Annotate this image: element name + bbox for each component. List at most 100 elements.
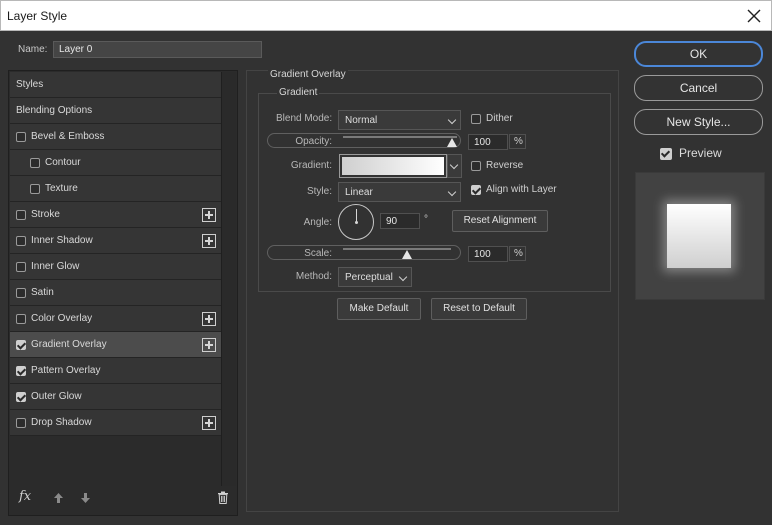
style-item-outer-glow[interactable]: Outer Glow [10, 384, 221, 410]
styles-list: Styles Blending Options Bevel & Emboss Cont… [10, 72, 221, 436]
style-item-label: Blending Options [16, 105, 93, 116]
angle-input[interactable]: 90 [380, 213, 420, 229]
section-title: Gradient Overlay [268, 69, 348, 80]
style-item-label: Texture [45, 183, 78, 194]
preview-checkbox[interactable] [660, 148, 672, 160]
angle-center [355, 221, 358, 224]
reverse-label: Reverse [486, 160, 524, 171]
style-checkbox[interactable] [16, 366, 26, 376]
style-item-texture[interactable]: Texture [10, 176, 221, 202]
style-item-label: Bevel & Emboss [31, 131, 105, 142]
scale-input[interactable]: 100 [468, 246, 508, 262]
new-style-button[interactable]: New Style... [634, 109, 763, 135]
layer-name-input[interactable] [53, 41, 262, 58]
add-effect-icon[interactable] [202, 234, 216, 248]
style-item-label: Inner Glow [31, 261, 80, 272]
style-item-contour[interactable]: Contour [10, 150, 221, 176]
style-checkbox[interactable] [30, 158, 40, 168]
dither-label: Dither [486, 113, 513, 124]
gradient-label: Gradient: [290, 160, 332, 171]
style-item-color-overlay[interactable]: Color Overlay [10, 306, 221, 332]
scale-slider-track[interactable] [343, 248, 451, 250]
scale-slider-thumb[interactable] [401, 250, 412, 259]
style-checkbox[interactable] [16, 392, 26, 402]
angle-dial[interactable] [338, 204, 374, 240]
scale-label: Scale: [304, 248, 332, 259]
style-item-drop-shadow[interactable]: Drop Shadow [10, 410, 221, 436]
preview-swatch [667, 204, 731, 268]
arrow-down-icon[interactable] [80, 492, 91, 504]
chevron-down-icon [447, 115, 457, 125]
add-effect-icon[interactable] [202, 338, 216, 352]
style-select[interactable]: Linear [338, 182, 461, 202]
chevron-down-icon [398, 272, 408, 282]
align-with-layer-checkbox[interactable] [471, 185, 481, 195]
style-item-styles[interactable]: Styles [10, 72, 221, 98]
trash-icon[interactable] [217, 491, 229, 504]
style-item-label: Contour [45, 157, 81, 168]
style-item-inner-shadow[interactable]: Inner Shadow [10, 228, 221, 254]
style-item-pattern-overlay[interactable]: Pattern Overlay [10, 358, 221, 384]
arrow-up-icon[interactable] [53, 492, 64, 504]
preview-box [635, 172, 765, 300]
opacity-input[interactable]: 100 [468, 134, 508, 150]
add-effect-icon[interactable] [202, 312, 216, 326]
style-item-stroke[interactable]: Stroke [10, 202, 221, 228]
dither-checkbox[interactable] [471, 114, 481, 124]
close-icon[interactable] [745, 7, 763, 25]
angle-unit: ° [424, 214, 428, 225]
style-item-label: Styles [16, 79, 44, 90]
style-checkbox[interactable] [16, 418, 26, 428]
styles-scrollbar[interactable] [221, 72, 236, 486]
style-item-label: Drop Shadow [31, 417, 92, 428]
style-checkbox[interactable] [30, 184, 40, 194]
blend-mode-value: Normal [345, 115, 378, 126]
gradient-swatch[interactable] [339, 154, 447, 178]
opacity-label: Opacity: [295, 136, 332, 147]
style-checkbox[interactable] [16, 288, 26, 298]
style-value: Linear [345, 187, 373, 198]
gradient-preview-fill [342, 157, 444, 175]
blend-mode-select[interactable]: Normal [338, 110, 461, 130]
gradient-dropdown[interactable] [447, 154, 462, 178]
style-item-label: Stroke [31, 209, 60, 220]
gradient-group: Gradient Blend Mode: Normal Dither Opaci… [258, 87, 611, 292]
styles-panel: Styles Blending Options Bevel & Emboss Cont… [8, 70, 238, 516]
cancel-button[interactable]: Cancel [634, 75, 763, 101]
style-item-label: Pattern Overlay [31, 365, 101, 376]
style-item-satin[interactable]: Satin [10, 280, 221, 306]
style-checkbox[interactable] [16, 132, 26, 142]
window-title: Layer Style [7, 9, 68, 23]
opacity-unit: % [509, 134, 526, 149]
make-default-button[interactable]: Make Default [337, 298, 421, 320]
style-checkbox[interactable] [16, 314, 26, 324]
reset-alignment-button[interactable]: Reset Alignment [452, 210, 548, 232]
reset-to-default-button[interactable]: Reset to Default [431, 298, 527, 320]
reverse-checkbox[interactable] [471, 161, 481, 171]
style-checkbox[interactable] [16, 210, 26, 220]
style-item-label: Outer Glow [31, 391, 82, 402]
opacity-slider-thumb[interactable] [447, 138, 457, 147]
styles-footer: fx [17, 489, 231, 507]
group-title: Gradient [277, 87, 320, 98]
style-item-label: Satin [31, 287, 54, 298]
style-checkbox[interactable] [16, 340, 26, 350]
ok-button[interactable]: OK [634, 41, 763, 67]
add-effect-icon[interactable] [202, 208, 216, 222]
align-with-layer-label: Align with Layer [486, 184, 557, 195]
chevron-down-icon [449, 160, 459, 170]
style-item-inner-glow[interactable]: Inner Glow [10, 254, 221, 280]
style-item-label: Gradient Overlay [31, 339, 107, 350]
style-item-gradient-overlay[interactable]: Gradient Overlay [10, 332, 221, 358]
style-item-blending-options[interactable]: Blending Options [10, 98, 221, 124]
method-select[interactable]: Perceptual [338, 267, 412, 287]
style-item-label: Inner Shadow [31, 235, 93, 246]
fx-button[interactable]: fx [19, 489, 31, 504]
style-checkbox[interactable] [16, 262, 26, 272]
style-item-bevel-emboss[interactable]: Bevel & Emboss [10, 124, 221, 150]
chevron-down-icon [447, 187, 457, 197]
angle-label: Angle: [303, 217, 332, 228]
style-checkbox[interactable] [16, 236, 26, 246]
opacity-slider-track[interactable] [343, 136, 457, 138]
add-effect-icon[interactable] [202, 416, 216, 430]
